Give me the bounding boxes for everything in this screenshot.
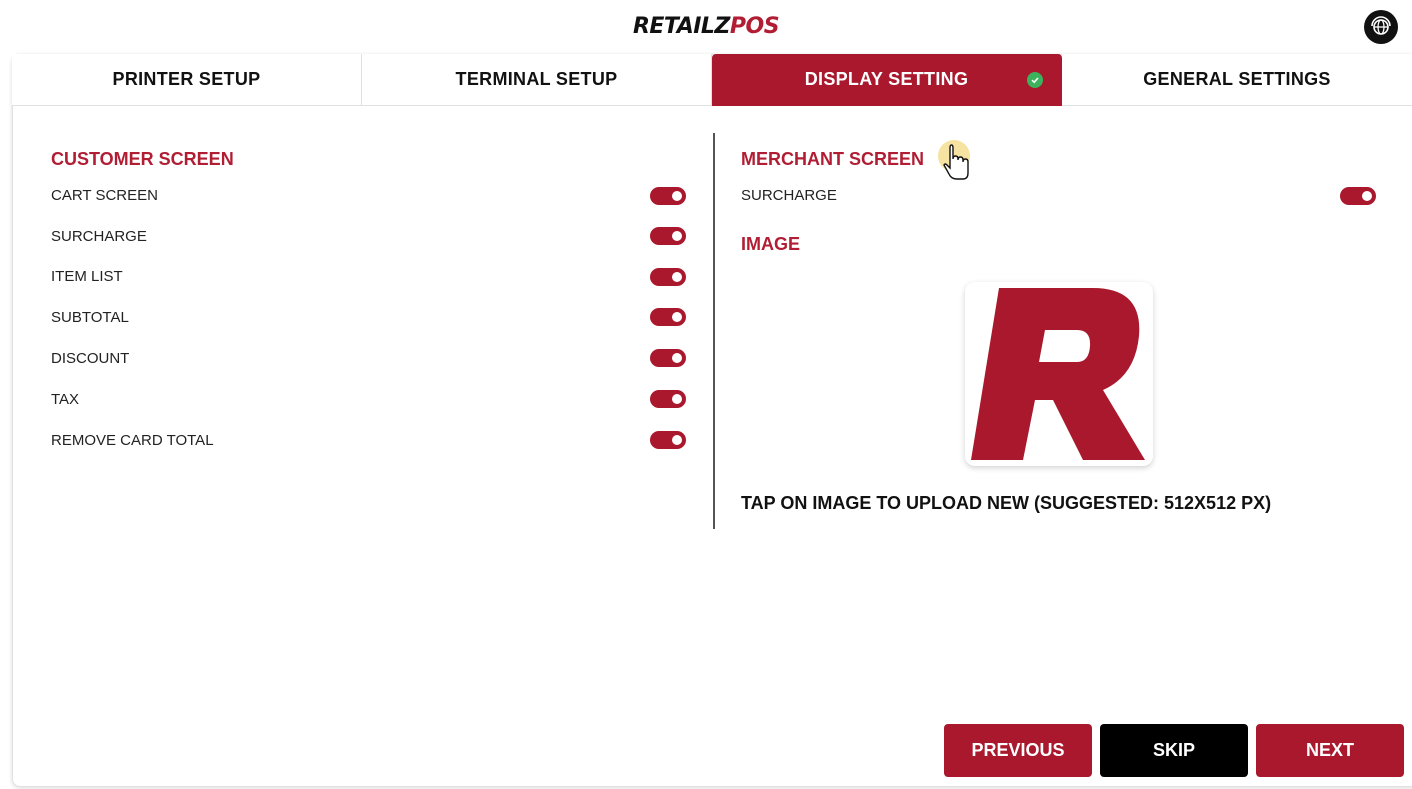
brand-part2: POS	[729, 14, 780, 39]
tab-printer-setup[interactable]: PRINTER SETUP	[12, 54, 362, 106]
cart-screen-toggle[interactable]	[650, 187, 686, 205]
tab-display-setting[interactable]: DISPLAY SETTING	[712, 54, 1062, 106]
setting-label: CART SCREEN	[51, 187, 158, 204]
toggle-knob	[672, 353, 682, 363]
merchant-surcharge-toggle[interactable]	[1340, 187, 1376, 205]
tab-label: PRINTER SETUP	[112, 69, 261, 89]
setting-label: TAX	[51, 391, 80, 408]
toggle-knob	[672, 394, 682, 404]
toggle-knob	[1362, 191, 1372, 201]
merchant-screen-title: MERCHANT SCREEN	[741, 149, 925, 169]
setting-label: DISCOUNT	[51, 350, 130, 367]
r-logo-icon	[971, 288, 1145, 460]
tab-general-settings[interactable]: GENERAL SETTINGS	[1062, 54, 1412, 106]
tab-bar: PRINTER SETUP TERMINAL SETUP DISPLAY SET…	[12, 54, 1412, 106]
hand-cursor-icon	[936, 138, 976, 186]
upload-hint: TAP ON IMAGE TO UPLOAD NEW (SUGGESTED: 5…	[741, 493, 1272, 513]
setting-label: SUBTOTAL	[51, 309, 129, 326]
next-button[interactable]: NEXT	[1256, 724, 1404, 777]
subtotal-toggle[interactable]	[650, 308, 686, 326]
toggle-knob	[672, 272, 682, 282]
tab-label: GENERAL SETTINGS	[1143, 69, 1331, 89]
brand-logo: RETAILZPOS	[0, 14, 1412, 39]
discount-toggle[interactable]	[650, 349, 686, 367]
globe-headset-icon[interactable]	[1364, 10, 1398, 44]
toggle-knob	[672, 435, 682, 445]
logo-image-upload[interactable]	[965, 282, 1153, 466]
tab-label: DISPLAY SETTING	[804, 69, 969, 89]
tab-terminal-setup[interactable]: TERMINAL SETUP	[362, 54, 712, 106]
setting-label: ITEM LIST	[51, 268, 123, 285]
toggle-knob	[672, 312, 682, 322]
remove-card-total-toggle[interactable]	[650, 431, 686, 449]
item-list-toggle[interactable]	[650, 268, 686, 286]
top-bar: RETAILZPOS	[0, 0, 1412, 52]
brand-part1: RETAILZ	[632, 14, 730, 39]
skip-button[interactable]: SKIP	[1100, 724, 1248, 777]
image-title: IMAGE	[741, 234, 801, 254]
previous-button[interactable]: PREVIOUS	[944, 724, 1092, 777]
column-divider	[713, 133, 715, 529]
tax-toggle[interactable]	[650, 390, 686, 408]
surcharge-toggle[interactable]	[650, 227, 686, 245]
toggle-knob	[672, 231, 682, 241]
customer-screen-title: CUSTOMER SCREEN	[51, 149, 234, 169]
check-circle-icon	[1027, 72, 1043, 88]
toggle-knob	[672, 191, 682, 201]
tab-label: TERMINAL SETUP	[455, 69, 618, 89]
setting-label: SURCHARGE	[51, 228, 147, 245]
setting-label: SURCHARGE	[741, 187, 837, 204]
setting-label: REMOVE CARD TOTAL	[51, 432, 214, 449]
